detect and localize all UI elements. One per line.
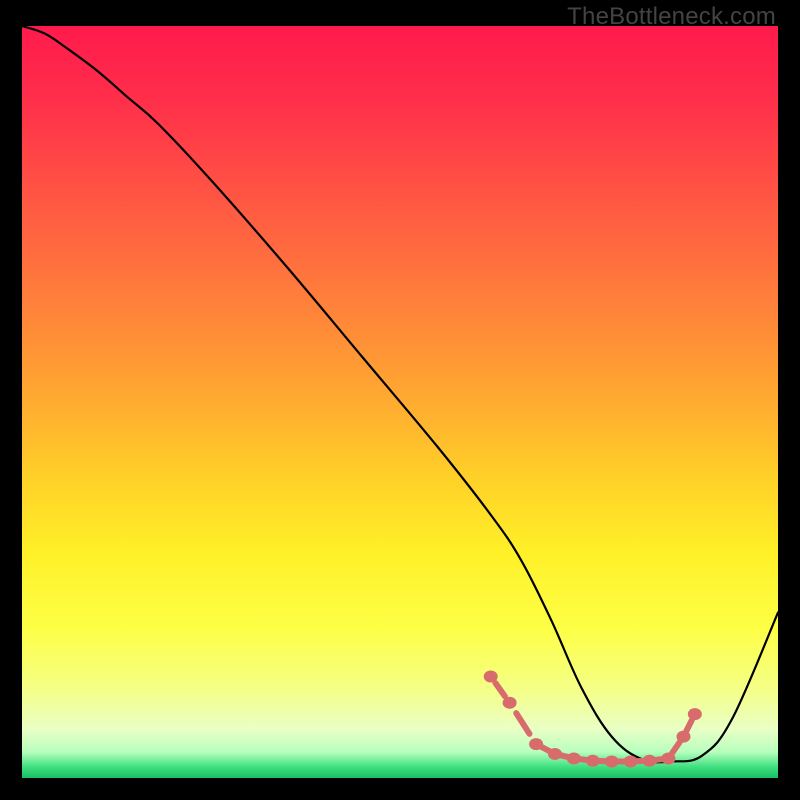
plot-area [22,26,778,778]
highlight-dash [541,747,550,752]
highlight-dot [484,670,498,682]
highlight-dash [495,683,504,696]
curve-layer [22,26,778,778]
bottleneck-curve [22,26,778,762]
highlight-dot [605,755,619,767]
highlight-dot [661,752,675,764]
attribution-text: TheBottleneck.com [567,3,776,31]
highlight-dot [624,755,638,767]
highlight-dash [516,713,529,734]
highlight-dot [548,748,562,760]
highlight-dash [672,742,680,753]
highlight-dot [503,697,517,709]
highlight-dot [529,738,543,750]
highlight-dot [642,755,656,767]
highlight-dot [586,755,600,767]
highlight-dash [686,720,692,731]
highlight-dot [677,731,691,743]
highlight-dots [484,670,702,767]
highlight-dot [567,752,581,764]
chart-frame: TheBottleneck.com [0,0,800,800]
highlight-dot [688,708,702,720]
